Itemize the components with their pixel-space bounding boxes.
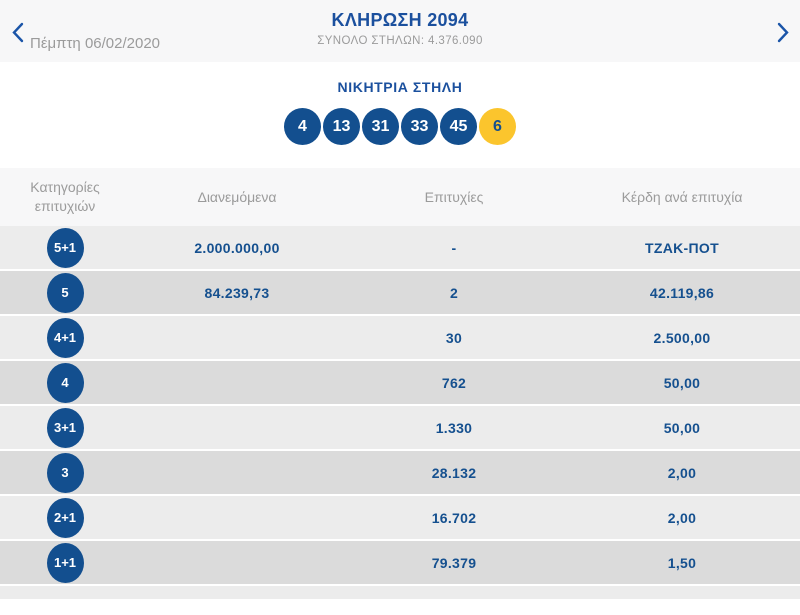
- column-header-winners: Επιτυχίες: [344, 188, 564, 207]
- winners-cell: 30: [344, 330, 564, 346]
- winners-cell: -: [344, 240, 564, 256]
- prize-cell: 50,00: [564, 375, 800, 391]
- table-row: 3+1 1.330 50,00: [0, 406, 800, 451]
- column-header-distributed: Διανεμόμενα: [130, 188, 344, 207]
- column-header-categories: Κατηγορίες επιτυχιών: [15, 178, 115, 216]
- prize-cell: 50,00: [564, 420, 800, 436]
- prize-cell: 2.500,00: [564, 330, 800, 346]
- winning-number-ball: 4: [284, 108, 321, 145]
- winners-cell: 1.330: [344, 420, 564, 436]
- winning-number-ball: 13: [323, 108, 360, 145]
- category-badge: 5: [47, 273, 84, 313]
- category-badge: 5+1: [47, 228, 84, 268]
- chevron-right-icon: [777, 22, 790, 43]
- table-row: 4 762 50,00: [0, 361, 800, 406]
- category-badge: 4: [47, 363, 84, 403]
- results-table-body: 5+1 2.000.000,00 - ΤΖΑΚ-ΠΟΤ 5 84.239,73 …: [0, 226, 800, 586]
- table-row: 3 28.132 2,00: [0, 451, 800, 496]
- previous-draw-button[interactable]: [8, 21, 26, 43]
- winners-cell: 762: [344, 375, 564, 391]
- draw-date: Πέμπτη 06/02/2020: [30, 35, 160, 52]
- category-badge: 4+1: [47, 318, 84, 358]
- draw-title: ΚΛΗΡΩΣΗ 2094: [0, 0, 800, 31]
- column-header-prize: Κέρδη ανά επιτυχία: [564, 188, 800, 207]
- table-row: 2+1 16.702 2,00: [0, 496, 800, 541]
- draw-header: ΚΛΗΡΩΣΗ 2094 ΣΥΝΟΛΟ ΣΤΗΛΩΝ: 4.376.090 Πέ…: [0, 0, 800, 62]
- results-table-header: Κατηγορίες επιτυχιών Διανεμόμενα Επιτυχί…: [0, 168, 800, 226]
- prize-cell: 2,00: [564, 510, 800, 526]
- chevron-left-icon: [11, 22, 24, 43]
- prize-cell: 2,00: [564, 465, 800, 481]
- winning-column-title: ΝΙΚΗΤΡΙΑ ΣΤΗΛΗ: [0, 62, 800, 95]
- table-row: 5 84.239,73 2 42.119,86: [0, 271, 800, 316]
- distributed-cell: 84.239,73: [130, 285, 344, 301]
- draw-results-page: ΚΛΗΡΩΣΗ 2094 ΣΥΝΟΛΟ ΣΤΗΛΩΝ: 4.376.090 Πέ…: [0, 0, 800, 615]
- category-badge: 3: [47, 453, 84, 493]
- winning-numbers: 4 13 31 33 45 6: [0, 108, 800, 145]
- prize-cell: 1,50: [564, 555, 800, 571]
- table-row: 1+1 79.379 1,50: [0, 541, 800, 586]
- winners-cell: 28.132: [344, 465, 564, 481]
- joker-number-ball: 6: [479, 108, 516, 145]
- winners-cell: 79.379: [344, 555, 564, 571]
- next-draw-button[interactable]: [774, 21, 792, 43]
- category-badge: 1+1: [47, 543, 84, 583]
- winning-number-ball: 31: [362, 108, 399, 145]
- winning-number-ball: 45: [440, 108, 477, 145]
- distributed-cell: 2.000.000,00: [130, 240, 344, 256]
- winners-cell: 2: [344, 285, 564, 301]
- winning-column-section: ΝΙΚΗΤΡΙΑ ΣΤΗΛΗ 4 13 31 33 45 6: [0, 62, 800, 168]
- next-row-peek: [0, 586, 800, 599]
- table-row: 5+1 2.000.000,00 - ΤΖΑΚ-ΠΟΤ: [0, 226, 800, 271]
- winners-cell: 16.702: [344, 510, 564, 526]
- prize-cell: 42.119,86: [564, 285, 800, 301]
- winning-number-ball: 33: [401, 108, 438, 145]
- category-badge: 2+1: [47, 498, 84, 538]
- table-row: 4+1 30 2.500,00: [0, 316, 800, 361]
- category-badge: 3+1: [47, 408, 84, 448]
- prize-cell: ΤΖΑΚ-ΠΟΤ: [564, 240, 800, 256]
